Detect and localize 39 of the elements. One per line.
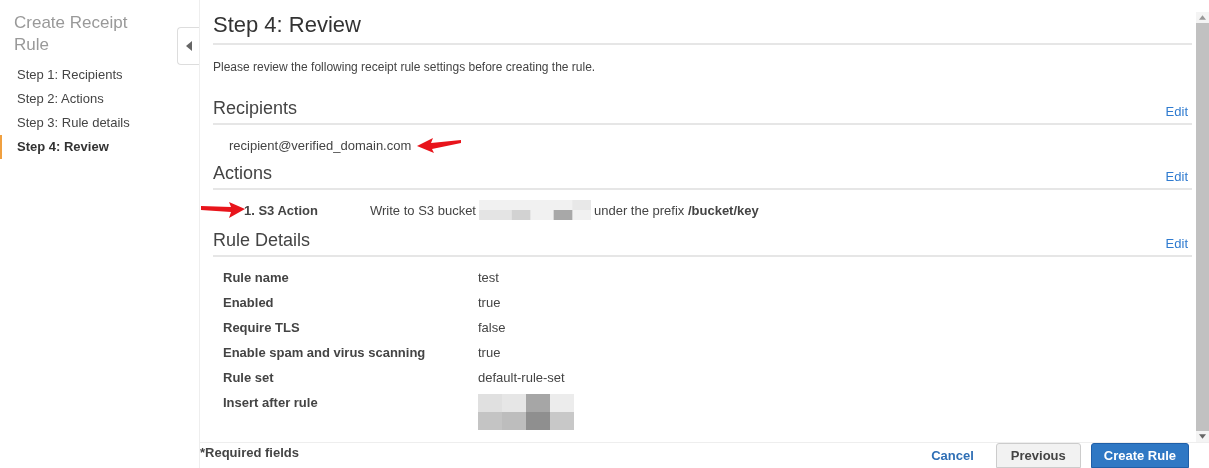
section-heading: Recipients xyxy=(213,98,298,119)
detail-label: Rule name xyxy=(223,269,290,287)
detail-label: Enable spam and virus scanning xyxy=(223,344,427,362)
edit-link[interactable]: Edit xyxy=(1165,236,1188,251)
recipient-email: recipient@verified_domain.com xyxy=(229,137,412,153)
step-link[interactable]: Step 2: Actions xyxy=(0,87,177,111)
edit-link[interactable]: Edit xyxy=(1165,169,1188,184)
collapse-arrow-icon xyxy=(185,41,192,51)
detail-value: default-rule-set xyxy=(478,369,565,387)
step-link[interactable]: Step 1: Recipients xyxy=(0,63,177,87)
previous-button[interactable]: Previous xyxy=(995,443,1081,468)
detail-label: Rule set xyxy=(223,369,275,387)
detail-label: Insert after rule xyxy=(223,394,319,412)
page-title: Step 4: Review xyxy=(213,12,1192,45)
create-rule-button[interactable]: Create Rule xyxy=(1090,443,1189,468)
detail-value: test xyxy=(478,269,499,287)
cancel-link[interactable]: Cancel xyxy=(919,443,986,468)
step-link[interactable]: Step 4: Review xyxy=(0,135,177,159)
detail-label: Require TLS xyxy=(223,319,301,337)
section-heading: Rule Details xyxy=(213,230,311,251)
detail-value: false xyxy=(478,319,506,337)
section-heading: Actions xyxy=(213,163,273,184)
detail-label: Enabled xyxy=(223,294,275,312)
scroll-down-icon[interactable] xyxy=(1199,434,1206,439)
collapse-button[interactable] xyxy=(177,27,199,65)
page-description: Please review the following receipt rule settings before creating the rule. xyxy=(213,60,597,74)
detail-value: true xyxy=(478,294,501,312)
sidebar-title: Create Receipt Rule xyxy=(13,12,129,56)
action-description: Write to S3 bucket xyxy=(370,202,476,218)
action-description: under the prefix /bucket/key xyxy=(594,202,759,218)
edit-link[interactable]: Edit xyxy=(1165,104,1188,119)
step-link[interactable]: Step 3: Rule details xyxy=(0,111,177,135)
detail-value: true xyxy=(478,344,501,362)
scroll-up-icon[interactable] xyxy=(1199,15,1206,20)
action-name: 1. S3 Action xyxy=(244,202,319,218)
required-fields-note: *Required fields xyxy=(200,445,299,460)
scrollbar[interactable] xyxy=(1196,12,1209,442)
arrow-icon xyxy=(201,202,245,218)
arrow-icon xyxy=(417,137,462,153)
